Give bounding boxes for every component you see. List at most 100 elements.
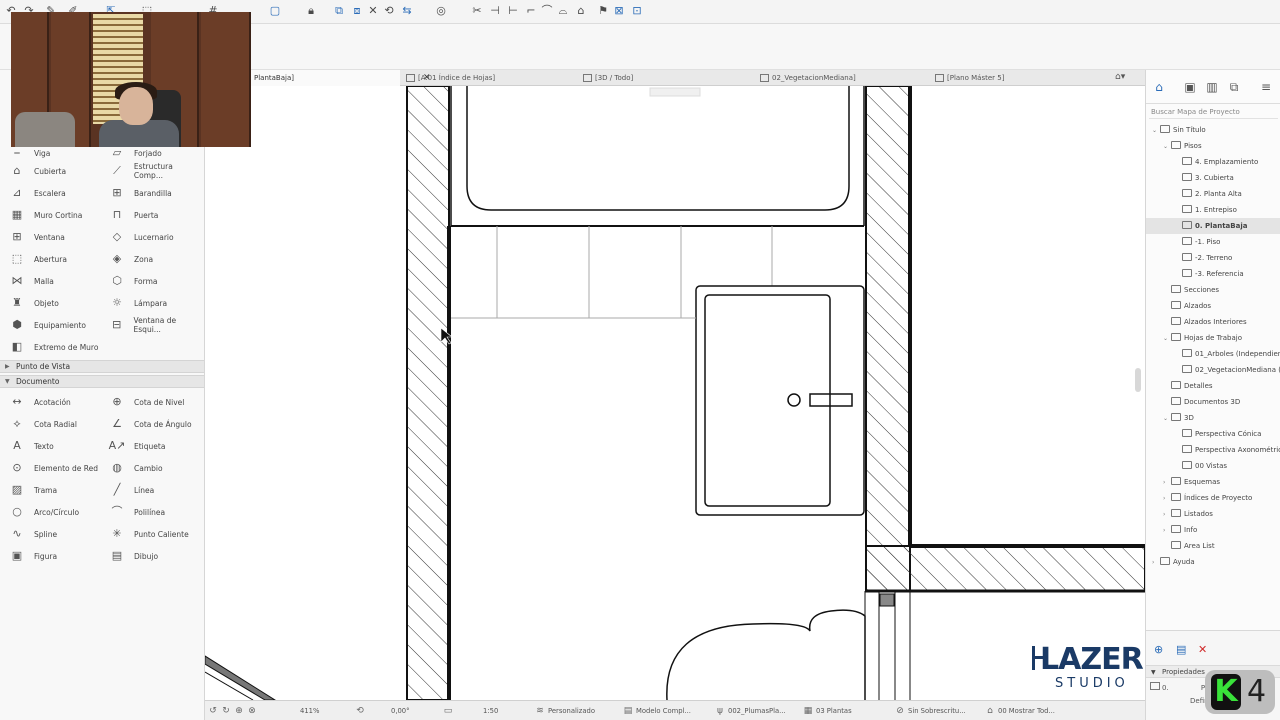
nav-item-3-cubierta[interactable]: 3. Cubierta bbox=[1174, 170, 1234, 186]
nav-item-02-vegetacionmediana-ir[interactable]: 02_VegetacionMediana (Ir bbox=[1174, 362, 1280, 378]
layer-combo[interactable]: ≋ Personalizado bbox=[535, 704, 595, 718]
nav-item-1-entrepiso[interactable]: 1. Entrepiso bbox=[1174, 202, 1237, 218]
tool-malla[interactable]: ⋈ Malla bbox=[8, 270, 54, 292]
suspend-group-icon[interactable]: ⧈ bbox=[350, 4, 364, 18]
nav-item-0-plantabaja[interactable]: 0. PlantaBaja bbox=[1146, 218, 1280, 234]
tool-polilinea[interactable]: ⌒ Polilínea bbox=[108, 501, 166, 523]
door-frame[interactable] bbox=[864, 591, 911, 700]
tool-puerta[interactable]: ⊓ Puerta bbox=[108, 204, 159, 226]
tab-3d-todo[interactable]: [3D / Todo] bbox=[581, 70, 751, 86]
chevron-right-icon[interactable]: › bbox=[1163, 491, 1171, 507]
zoom-value[interactable]: 411% bbox=[300, 704, 319, 718]
nav-item-area-list[interactable]: Area List bbox=[1163, 538, 1215, 554]
tool-etiqueta[interactable]: A↗ Etiqueta bbox=[108, 435, 166, 457]
rotate-icon[interactable]: ⟲ bbox=[382, 4, 396, 18]
chevron-down-icon[interactable]: ⌄ bbox=[1152, 123, 1160, 139]
rotate-view-icon[interactable]: ⟲ bbox=[355, 704, 368, 718]
sheet-link-icon[interactable]: ⊠ bbox=[612, 4, 626, 18]
angle-value[interactable]: 0,00° bbox=[391, 704, 410, 718]
zoom-controls[interactable]: ↺ ↻ ⊕ ⊗ bbox=[208, 704, 260, 718]
tool-acotacion[interactable]: ↔ Acotación bbox=[8, 391, 70, 413]
adjust-icon[interactable]: ⊢ bbox=[506, 4, 520, 18]
canvas-scroll-handle[interactable] bbox=[1135, 368, 1141, 392]
tool-cota-radial[interactable]: ⟡ Cota Radial bbox=[8, 413, 77, 435]
fillet-icon[interactable]: ⌒ bbox=[540, 4, 554, 18]
floor-plan-drawing[interactable] bbox=[205, 86, 1145, 700]
nav-item-pisos[interactable]: ⌄ Pisos bbox=[1163, 138, 1202, 154]
nav-item-3d[interactable]: ⌄ 3D bbox=[1163, 410, 1194, 426]
nav-item-alzados-interiores[interactable]: Alzados Interiores bbox=[1163, 314, 1247, 330]
tool-extremo-de-muro[interactable]: ◧ Extremo de Muro bbox=[8, 336, 99, 358]
tool-ventana[interactable]: ⊞ Ventana bbox=[8, 226, 64, 248]
layout-book-icon[interactable]: ▥ bbox=[1204, 80, 1220, 94]
tool-muro-cortina[interactable]: ▦ Muro Cortina bbox=[8, 204, 83, 226]
tool-escalera[interactable]: ⊿ Escalera bbox=[8, 182, 65, 204]
scale-value[interactable]: 1:50 bbox=[483, 704, 498, 718]
nav-item-sin-titulo[interactable]: ⌄ Sin Título bbox=[1152, 122, 1206, 138]
tool-forma[interactable]: ⬡ Forma bbox=[108, 270, 157, 292]
renovation-filter[interactable]: ⌂ 00 Mostrar Tod... bbox=[985, 704, 1055, 718]
split-icon[interactable]: ⊣ bbox=[488, 4, 502, 18]
nav-item-2-terreno[interactable]: -2. Terreno bbox=[1174, 250, 1232, 266]
view-icon[interactable]: ◎ bbox=[434, 4, 448, 18]
tool-cota-de-nivel[interactable]: ⊕ Cota de Nivel bbox=[108, 391, 184, 413]
tool-spline[interactable]: ∿ Spline bbox=[8, 523, 57, 545]
chevron-right-icon[interactable]: › bbox=[1163, 507, 1171, 523]
nav-item-secciones[interactable]: Secciones bbox=[1163, 282, 1219, 298]
tool-ventana-de-esqui[interactable]: ⊟ Ventana de Esqui... bbox=[108, 314, 204, 336]
nav-item-alzados[interactable]: Alzados bbox=[1163, 298, 1211, 314]
scissors-icon[interactable]: ✂ bbox=[470, 4, 484, 18]
offset-icon[interactable]: ⌂ bbox=[574, 4, 588, 18]
new-view-icon[interactable]: ⊕ bbox=[1154, 643, 1163, 656]
tool-lampara[interactable]: ☼ Lámpara bbox=[108, 292, 167, 314]
tab-menu-icon[interactable]: ⌂▾ bbox=[1115, 72, 1125, 82]
publisher-icon[interactable]: ⧉ bbox=[1226, 80, 1242, 94]
navigator-menu-icon[interactable]: ≡ bbox=[1258, 80, 1274, 94]
tool-trama[interactable]: ▨ Trama bbox=[8, 479, 57, 501]
settings-icon[interactable]: ▤ bbox=[1176, 643, 1186, 656]
tool-cota-de-angulo[interactable]: ∠ Cota de Ángulo bbox=[108, 413, 192, 435]
intersect-icon[interactable]: ⌐ bbox=[524, 4, 538, 18]
tool-arco-circulo[interactable]: ○ Arco/Círculo bbox=[8, 501, 79, 523]
tool-estructura-comp[interactable]: ⟋ Estructura Comp... bbox=[108, 160, 204, 182]
project-map-icon[interactable]: ⌂ bbox=[1151, 80, 1167, 94]
chamfer-icon[interactable]: ⌓ bbox=[556, 4, 570, 18]
nav-item-2-planta-alta[interactable]: 2. Planta Alta bbox=[1174, 186, 1242, 202]
tool-barandilla[interactable]: ⊞ Barandilla bbox=[108, 182, 171, 204]
nav-item-esquemas[interactable]: › Esquemas bbox=[1163, 474, 1220, 490]
nav-item-detalles[interactable]: Detalles bbox=[1163, 378, 1213, 394]
wall-left[interactable] bbox=[406, 86, 451, 700]
mirror-icon[interactable]: ⇆ bbox=[400, 4, 414, 18]
sink-cabinet[interactable] bbox=[451, 285, 865, 516]
nav-item-info[interactable]: › Info bbox=[1163, 522, 1197, 538]
tool-lucernario[interactable]: ◇ Lucernario bbox=[108, 226, 174, 248]
floor-plan-canvas[interactable] bbox=[205, 86, 1145, 700]
scale-icon[interactable]: ▭ bbox=[443, 704, 456, 718]
tool-objeto[interactable]: ♜ Objeto bbox=[8, 292, 59, 314]
nav-item-indices-de-proyecto[interactable]: › Índices de Proyecto bbox=[1163, 490, 1252, 506]
chevron-down-icon[interactable]: ⌄ bbox=[1163, 139, 1171, 155]
tool-equipamiento[interactable]: ⬢ Equipamiento bbox=[8, 314, 86, 336]
tab-vegetacion[interactable]: 02_VegetacionMediana] bbox=[758, 70, 928, 86]
chevron-down-icon[interactable]: ⌄ bbox=[1163, 331, 1171, 347]
tool-linea[interactable]: ╱ Línea bbox=[108, 479, 155, 501]
graphic-override[interactable]: ⊘ Sin Sobrescritu... bbox=[895, 704, 965, 718]
view-map-icon[interactable]: ▣ bbox=[1182, 80, 1198, 94]
flag-icon[interactable]: ⚑ bbox=[596, 4, 610, 18]
section-document[interactable]: ▼ Documento bbox=[0, 375, 204, 388]
diagonal-wall[interactable] bbox=[205, 655, 276, 700]
tool-dibujo[interactable]: ▤ Dibujo bbox=[108, 545, 158, 567]
trim-icon[interactable]: ✕ bbox=[366, 4, 380, 18]
wall-right[interactable] bbox=[865, 86, 1145, 593]
teamwork-icon[interactable]: ⊡ bbox=[630, 4, 644, 18]
tool-elemento-de-red[interactable]: ⊙ Elemento de Red bbox=[8, 457, 98, 479]
tab-plantabaja[interactable]: PlantaBaja] ✕ bbox=[240, 70, 431, 86]
tool-abertura[interactable]: ⬚ Abertura bbox=[8, 248, 67, 270]
tab-plano-master[interactable]: [Plano Máster 5] bbox=[933, 70, 1103, 86]
tool-cambio[interactable]: ◍ Cambio bbox=[108, 457, 162, 479]
rectangle-select-icon[interactable]: ▢ bbox=[268, 4, 282, 18]
tool-texto[interactable]: A Texto bbox=[8, 435, 54, 457]
tool-cubierta[interactable]: ⌂ Cubierta bbox=[8, 160, 67, 182]
group-icon[interactable]: ⧉ bbox=[332, 4, 346, 18]
toilet[interactable] bbox=[666, 609, 866, 700]
